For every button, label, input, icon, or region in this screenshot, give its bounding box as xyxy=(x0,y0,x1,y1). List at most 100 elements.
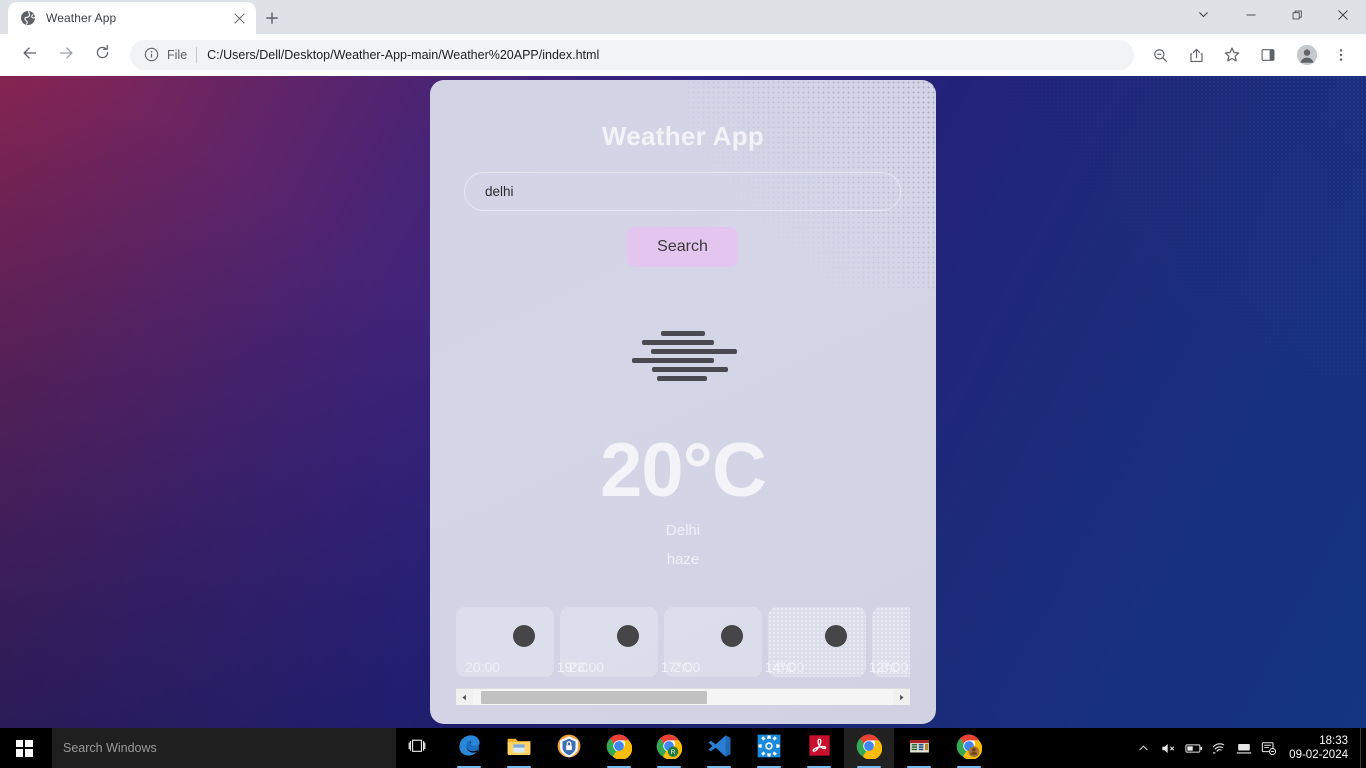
browser-toolbar: File C:/Users/Dell/Desktop/Weather-App-m… xyxy=(0,34,1366,76)
forecast-time: 20:00 xyxy=(465,659,501,675)
action-center-dnd-icon[interactable] xyxy=(1256,728,1281,768)
taskbar-app-chrome-r[interactable]: R xyxy=(644,728,694,768)
close-icon[interactable] xyxy=(230,9,248,27)
forecast-card: 8:00 xyxy=(872,607,910,677)
wallpaper-texture xyxy=(936,76,1366,376)
address-bar[interactable]: File C:/Users/Dell/Desktop/Weather-App-m… xyxy=(130,40,1134,70)
forecast-time: 5:00 xyxy=(777,659,805,675)
clock-date: 09-02-2024 xyxy=(1289,749,1348,761)
scrollbar-track[interactable] xyxy=(473,689,893,705)
arrow-right-icon xyxy=(57,44,75,67)
taskbar-app-chrome[interactable] xyxy=(844,728,894,768)
winrar-icon xyxy=(907,733,932,763)
plus-icon xyxy=(265,11,279,30)
url-scheme-label: File xyxy=(167,48,188,62)
city-name: Delhi xyxy=(665,522,701,539)
taskbar-app-list: R xyxy=(444,728,994,768)
horizontal-scrollbar[interactable] xyxy=(456,688,910,705)
forecast-time: 2:00 xyxy=(673,659,701,675)
forward-button[interactable] xyxy=(50,39,82,71)
tab-search-button[interactable] xyxy=(1178,0,1228,34)
taskbar-app-acrobat-reader[interactable] xyxy=(794,728,844,768)
task-view-button[interactable] xyxy=(398,728,436,768)
scrollbar-thumb[interactable] xyxy=(481,691,707,704)
taskbar-search-placeholder: Search Windows xyxy=(63,741,157,755)
info-circle-icon[interactable] xyxy=(144,47,160,63)
chrome-profile-icon xyxy=(956,733,983,764)
three-dot-menu-icon[interactable] xyxy=(1328,40,1354,70)
taskbar-app-security-shield[interactable] xyxy=(544,728,594,768)
weather-condition: haze xyxy=(666,551,700,568)
security-shield-icon xyxy=(556,733,582,764)
start-button[interactable] xyxy=(0,728,48,768)
svg-text:R: R xyxy=(671,749,676,756)
chrome-icon xyxy=(606,733,633,764)
chrome-r-icon: R xyxy=(656,733,683,764)
profile-avatar-icon[interactable] xyxy=(1292,40,1322,70)
forecast-card: 2:0014°C xyxy=(664,607,796,677)
scroll-left-button[interactable] xyxy=(456,689,473,705)
battery-icon[interactable] xyxy=(1181,728,1206,768)
broken-image-icon xyxy=(825,625,847,647)
forecast-time: 8:00 xyxy=(881,659,909,675)
chevron-down-icon xyxy=(1197,8,1210,26)
taskbar-app-chrome-profile[interactable] xyxy=(944,728,994,768)
taskbar-search-box[interactable]: Search Windows xyxy=(52,728,396,768)
taskbar-app-file-explorer[interactable] xyxy=(494,728,544,768)
wifi-icon[interactable] xyxy=(1206,728,1231,768)
speaker-muted-icon[interactable] xyxy=(1156,728,1181,768)
tab-title: Weather App xyxy=(46,11,117,25)
minimize-icon xyxy=(1245,8,1257,26)
forecast-time: 23:00 xyxy=(569,659,605,675)
forecast-scroll-area[interactable]: 20:0019°C23:0017°C2:0014°C5:0012°C8:00 xyxy=(456,607,910,705)
forecast-card: 5:0012°C xyxy=(768,607,900,677)
search-input[interactable] xyxy=(464,172,901,211)
vs-code-icon xyxy=(706,733,732,764)
broken-image-icon xyxy=(721,625,743,647)
display-icon[interactable] xyxy=(1231,728,1256,768)
new-tab-button[interactable] xyxy=(258,6,286,34)
file-explorer-icon xyxy=(506,733,532,764)
taskbar-clock[interactable]: 18:33 09-02-2024 xyxy=(1281,728,1360,768)
clock-time: 18:33 xyxy=(1319,735,1348,747)
zoom-out-icon[interactable] xyxy=(1145,40,1175,70)
edge-icon xyxy=(456,732,483,764)
url-text: C:/Users/Dell/Desktop/Weather-App-main/W… xyxy=(207,48,600,62)
back-button[interactable] xyxy=(14,39,46,71)
forecast-card: 23:00 17°C xyxy=(560,607,692,677)
page-viewport: Weather App Search 20°C Delhi haze 20:00… xyxy=(0,76,1366,728)
close-button[interactable] xyxy=(1320,0,1366,34)
forecast-list: 20:0019°C23:0017°C2:0014°C5:0012°C8:00 xyxy=(456,607,910,677)
globe-icon xyxy=(20,10,36,26)
toolbar-icons xyxy=(1142,40,1358,70)
taskbar-app-edge[interactable] xyxy=(444,728,494,768)
maximize-button[interactable] xyxy=(1274,0,1320,34)
show-hidden-icons-icon[interactable] xyxy=(1131,728,1156,768)
page-title: Weather App xyxy=(601,121,765,151)
search-button[interactable]: Search xyxy=(627,227,738,267)
minimize-button[interactable] xyxy=(1228,0,1274,34)
bookmark-star-icon[interactable] xyxy=(1217,40,1247,70)
close-icon xyxy=(1337,8,1349,26)
reload-button[interactable] xyxy=(86,39,118,71)
taskbar-app-chrome[interactable] xyxy=(594,728,644,768)
omnibox-divider xyxy=(196,47,198,63)
browser-tab[interactable]: Weather App xyxy=(8,2,256,34)
forecast-card: 20:00 19°C xyxy=(456,607,588,677)
side-panel-icon[interactable] xyxy=(1253,40,1283,70)
share-icon[interactable] xyxy=(1181,40,1211,70)
taskbar-app-vs-code[interactable] xyxy=(694,728,744,768)
chrome-icon xyxy=(856,733,883,764)
triangle-right-icon xyxy=(898,688,905,705)
browser-window: Weather App File C:/Users/Dell/Desktop/W… xyxy=(0,0,1366,728)
show-desktop-button[interactable] xyxy=(1360,728,1366,768)
broken-image-icon xyxy=(513,625,535,647)
taskbar-app-settings-gear[interactable] xyxy=(744,728,794,768)
taskbar-app-winrar[interactable] xyxy=(894,728,944,768)
triangle-left-icon xyxy=(461,688,468,705)
restore-icon xyxy=(1292,8,1303,26)
windows-logo-icon xyxy=(15,739,33,757)
scroll-right-button[interactable] xyxy=(893,689,910,705)
reload-icon xyxy=(94,44,111,66)
temperature-value: 20°C xyxy=(600,428,767,513)
